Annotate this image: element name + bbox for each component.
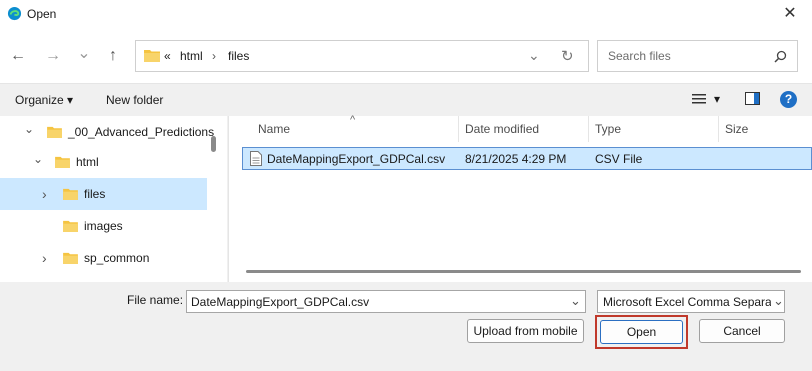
folder-icon [55, 156, 70, 168]
dialog-footer: File name: DateMappingExport_GDPCal.csv … [0, 282, 812, 371]
file-name-label: File name: [127, 293, 184, 307]
new-folder-button[interactable]: New folder [106, 93, 163, 107]
view-options-caret[interactable]: ▾ [714, 92, 720, 106]
file-type-value: Microsoft Excel Comma Separa [603, 295, 772, 309]
navigation-bar: ← → ⌄ ↑ « html › files ⌄ ↻ Search files [0, 28, 812, 84]
chevron-down-icon[interactable]: ⌄ [771, 293, 784, 309]
upload-from-mobile-button[interactable]: Upload from mobile [467, 319, 584, 343]
view-details-icon[interactable] [692, 93, 706, 105]
column-header-type[interactable]: Type [589, 116, 719, 142]
file-name-cell: DateMappingExport_GDPCal.csv [267, 152, 446, 166]
edge-app-icon [7, 6, 22, 21]
close-button[interactable]: ✕ [775, 3, 805, 25]
tree-item-label: files [84, 187, 106, 201]
search-box[interactable]: Search files [597, 40, 798, 72]
tree-item-images[interactable]: images [0, 210, 207, 242]
search-icon [774, 50, 787, 63]
tree-item-label: sp_common [84, 251, 150, 265]
tree-item-label: html [76, 155, 99, 169]
help-icon[interactable]: ? [780, 91, 797, 108]
column-header-date-modified[interactable]: Date modified [459, 116, 589, 142]
cancel-button[interactable]: Cancel [699, 319, 785, 343]
tree-item-label: _00_Advanced_Predictions [68, 125, 215, 139]
file-type-cell: CSV File [595, 152, 643, 166]
collapse-chevron-icon[interactable]: ⌄ [24, 122, 34, 136]
forward-button[interactable]: → [41, 44, 65, 68]
file-row[interactable]: DateMappingExport_GDPCal.csv 8/21/2025 4… [242, 147, 812, 170]
file-type-select[interactable]: Microsoft Excel Comma Separa ⌄ [597, 290, 785, 313]
tree-item-sp-common[interactable]: › sp_common [0, 242, 207, 274]
file-date-cell: 8/21/2025 4:29 PM [465, 152, 567, 166]
breadcrumb-html[interactable]: html [180, 49, 203, 63]
organize-button[interactable]: Organize ▾ [15, 93, 73, 107]
breadcrumb-files[interactable]: files [228, 49, 249, 63]
tree-item-files[interactable]: › files [0, 178, 207, 210]
column-header-name[interactable]: Name [252, 116, 459, 142]
folder-icon [47, 126, 62, 138]
preview-pane-icon[interactable] [745, 92, 760, 105]
address-dropdown-button[interactable]: ⌄ [528, 47, 540, 64]
navigation-pane: ⌄ _00_Advanced_Predictions ⌄ html › file… [0, 116, 227, 282]
expand-chevron-icon[interactable]: › [42, 186, 47, 202]
file-name-input[interactable]: DateMappingExport_GDPCal.csv [191, 295, 369, 309]
folder-icon [144, 50, 160, 62]
tree-item-html[interactable]: ⌄ html [0, 146, 207, 178]
folder-icon [63, 252, 78, 264]
refresh-button[interactable]: ↻ [561, 47, 574, 65]
command-bar: Organize ▾ New folder ▾ ? [0, 84, 812, 116]
csv-file-icon [250, 151, 262, 166]
file-list: ^ Name Date modified Type Size DateMappi… [228, 114, 812, 282]
collapse-chevron-icon[interactable]: ⌄ [33, 152, 43, 166]
expand-chevron-icon[interactable]: › [42, 250, 47, 266]
horizontal-scrollbar-thumb[interactable] [246, 270, 801, 273]
file-name-combobox[interactable]: DateMappingExport_GDPCal.csv ⌄ [186, 290, 586, 313]
window-title: Open [27, 7, 57, 21]
back-button[interactable]: ← [6, 44, 30, 68]
up-button[interactable]: ↑ [101, 44, 125, 68]
title-bar: Open ✕ [0, 0, 812, 28]
address-bar[interactable]: « html › files ⌄ ↻ [135, 40, 589, 72]
tree-scrollbar-thumb[interactable] [211, 136, 216, 152]
open-button[interactable]: Open [600, 320, 683, 344]
breadcrumb-overflow[interactable]: « [164, 49, 171, 63]
tree-item-label: images [84, 219, 123, 233]
chevron-down-icon[interactable]: ⌄ [570, 293, 581, 309]
search-input[interactable]: Search files [608, 49, 671, 63]
tree-item-advanced-predictions[interactable]: ⌄ _00_Advanced_Predictions [0, 116, 214, 148]
column-header-size[interactable]: Size [719, 116, 812, 142]
folder-icon [63, 188, 78, 200]
recent-locations-button[interactable]: ⌄ [72, 42, 96, 66]
folder-icon [63, 220, 78, 232]
breadcrumb-separator: › [212, 49, 216, 63]
